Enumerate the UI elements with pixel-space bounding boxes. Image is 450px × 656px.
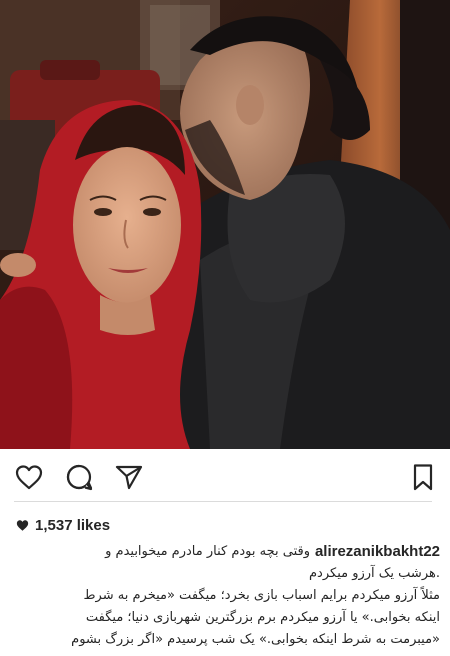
divider: [14, 501, 432, 502]
caption-line: اینکه بخوابی.» یا آرزو میکردم برم بزرگتر…: [85, 610, 440, 625]
caption-first-line: وقتی بچه بودم کنار مادرم میخوابیدم و ali…: [10, 541, 440, 563]
caption-line: مثلاً آرزو میکردم برایم اسباب بازی بخرد؛…: [83, 588, 440, 603]
caption-line: «میبرمت به شرط اینکه بخوابی.» یک شب پرسی…: [71, 632, 440, 647]
caption-line: .هرشب یک آرزو میکردم: [309, 566, 440, 581]
caption-line: وقتی بچه بودم کنار مادرم میخوابیدم و: [105, 544, 310, 559]
post-photo[interactable]: [0, 0, 450, 449]
likes-count: 1,537 likes: [35, 516, 111, 534]
paper-plane-icon[interactable]: [114, 462, 144, 492]
bookmark-icon[interactable]: [408, 462, 438, 492]
action-bar: [0, 449, 450, 505]
heart-filled-icon: [16, 519, 29, 532]
username[interactable]: alirezanikbakht22: [315, 541, 440, 563]
likes-row[interactable]: 1,537 likes: [16, 514, 110, 536]
comment-bubble-icon[interactable]: [64, 462, 94, 492]
post-photo-illustration: [0, 0, 450, 449]
heart-outline-icon[interactable]: [14, 462, 44, 492]
caption: وقتی بچه بودم کنار مادرم میخوابیدم و ali…: [10, 541, 440, 653]
